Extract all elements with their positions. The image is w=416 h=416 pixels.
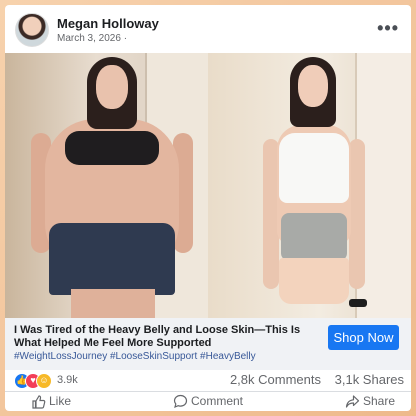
- share-arrow-icon: [345, 395, 360, 408]
- post-date[interactable]: March 3, 2026 ·: [57, 33, 127, 44]
- shop-now-button[interactable]: Shop Now: [328, 325, 399, 350]
- figure-shorts: [49, 223, 175, 295]
- post-header: Megan Holloway March 3, 2026 · •••: [5, 5, 411, 53]
- shares-count[interactable]: 3,1k Shares: [335, 372, 404, 387]
- haha-icon: ☺: [36, 373, 52, 389]
- before-photo: [5, 53, 208, 318]
- facebook-post-card: Megan Holloway March 3, 2026 · ••• I Was…: [5, 5, 411, 411]
- figure-bra: [65, 131, 159, 165]
- reactions-summary[interactable]: 👍 ♥ ☺: [14, 373, 60, 389]
- ad-link-strip[interactable]: I Was Tired of the Heavy Belly and Loose…: [5, 318, 411, 370]
- like-button[interactable]: Like: [31, 392, 91, 411]
- post-frame: Megan Holloway March 3, 2026 · ••• I Was…: [0, 0, 416, 416]
- figure-belly-band: [281, 213, 347, 261]
- like-label: Like: [49, 394, 72, 408]
- figure-arm: [349, 139, 365, 289]
- share-label: Share: [363, 394, 396, 408]
- ad-headline[interactable]: I Was Tired of the Heavy Belly and Loose…: [14, 324, 324, 350]
- engagement-stats: 👍 ♥ ☺ 3.9k 2,8k Comments 3,1k Shares: [5, 370, 411, 392]
- comment-label: Comment: [191, 394, 244, 408]
- reactions-count[interactable]: 3.9k: [57, 374, 78, 386]
- more-dots-icon[interactable]: •••: [377, 19, 399, 37]
- figure-tank-top: [279, 133, 349, 203]
- figure-legs: [71, 289, 155, 318]
- comment-icon: [173, 394, 188, 409]
- post-actions: Like Comment Share: [5, 392, 411, 411]
- author-name[interactable]: Megan Holloway: [57, 16, 159, 31]
- ad-hashtags[interactable]: #WeightLossJourney #LooseSkinSupport #He…: [14, 351, 256, 362]
- comments-count[interactable]: 2,8k Comments: [230, 372, 321, 387]
- figure-underwear: [279, 258, 349, 304]
- figure-face: [298, 65, 328, 107]
- watch: [349, 299, 367, 307]
- avatar[interactable]: [15, 13, 49, 47]
- share-button[interactable]: Share: [345, 392, 405, 411]
- figure-face: [96, 65, 128, 109]
- comment-button[interactable]: Comment: [173, 392, 253, 411]
- thumbs-up-icon: [32, 395, 46, 409]
- before-after-photo[interactable]: [5, 53, 411, 318]
